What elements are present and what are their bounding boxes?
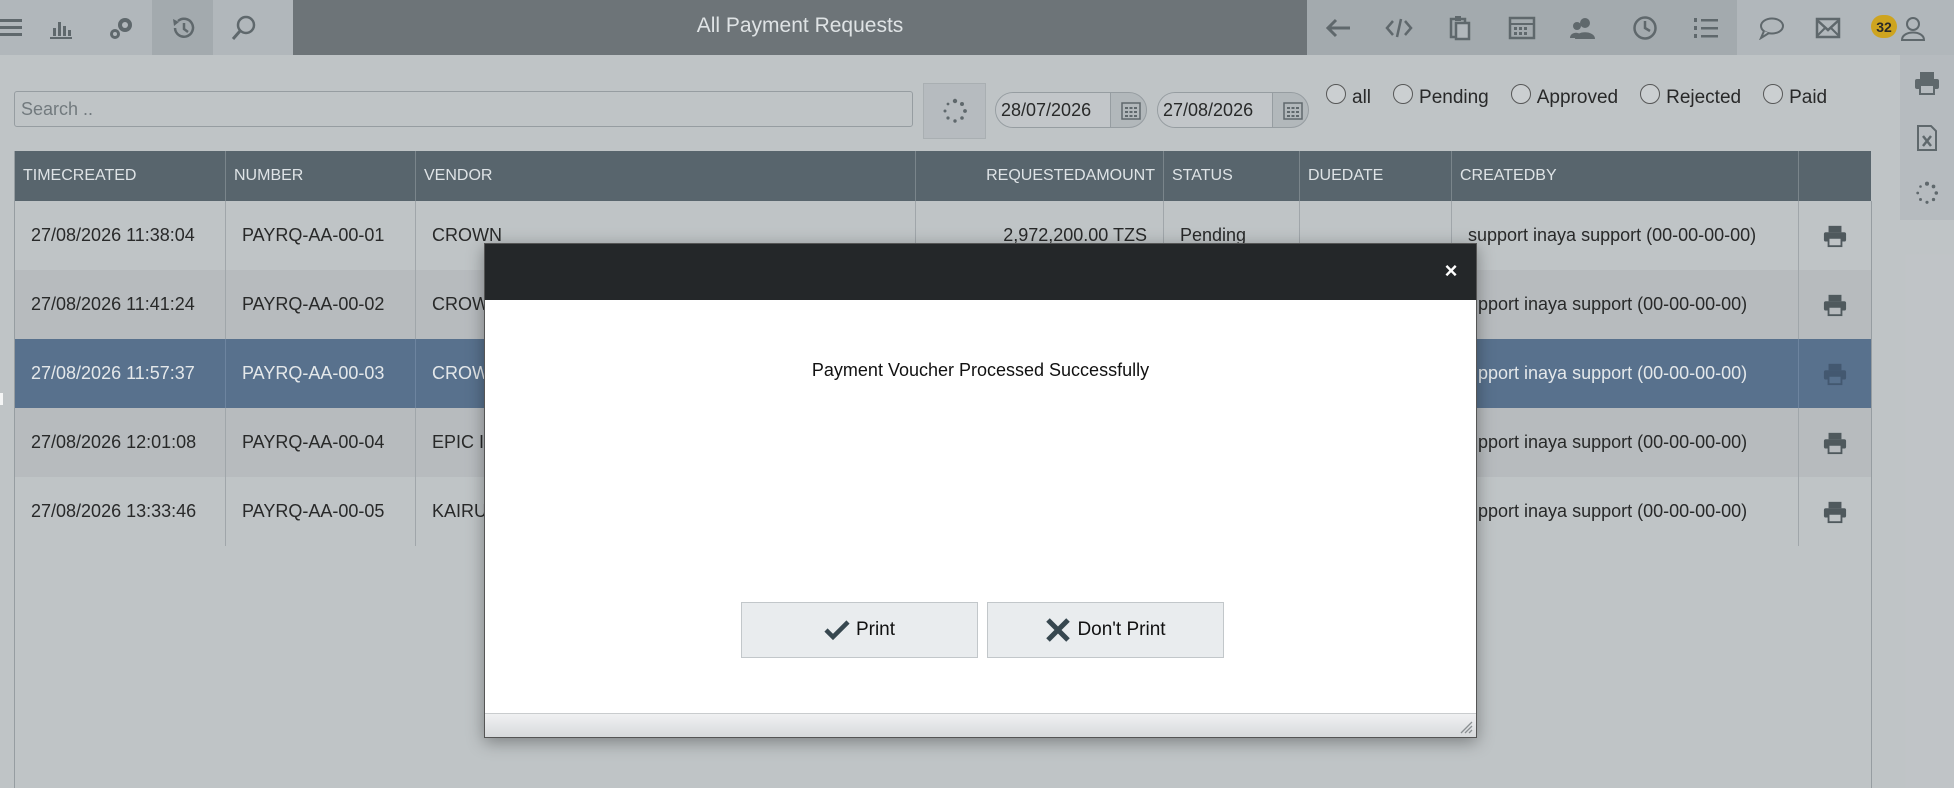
print-confirmation-dialog: × Payment Voucher Processed Successfully… — [484, 243, 1477, 738]
check-icon — [824, 619, 850, 641]
dont-print-button-label: Don't Print — [1077, 619, 1166, 640]
x-icon — [1045, 617, 1071, 643]
dialog-titlebar: × — [485, 244, 1476, 300]
dialog-footer — [485, 713, 1476, 737]
resize-grip-icon[interactable] — [1459, 720, 1473, 734]
dialog-message: Payment Voucher Processed Successfully — [811, 360, 1150, 380]
print-button[interactable]: Print — [741, 602, 978, 658]
print-button-label: Print — [855, 619, 896, 640]
dont-print-button[interactable]: Don't Print — [987, 602, 1224, 658]
close-button[interactable]: × — [1440, 260, 1462, 282]
